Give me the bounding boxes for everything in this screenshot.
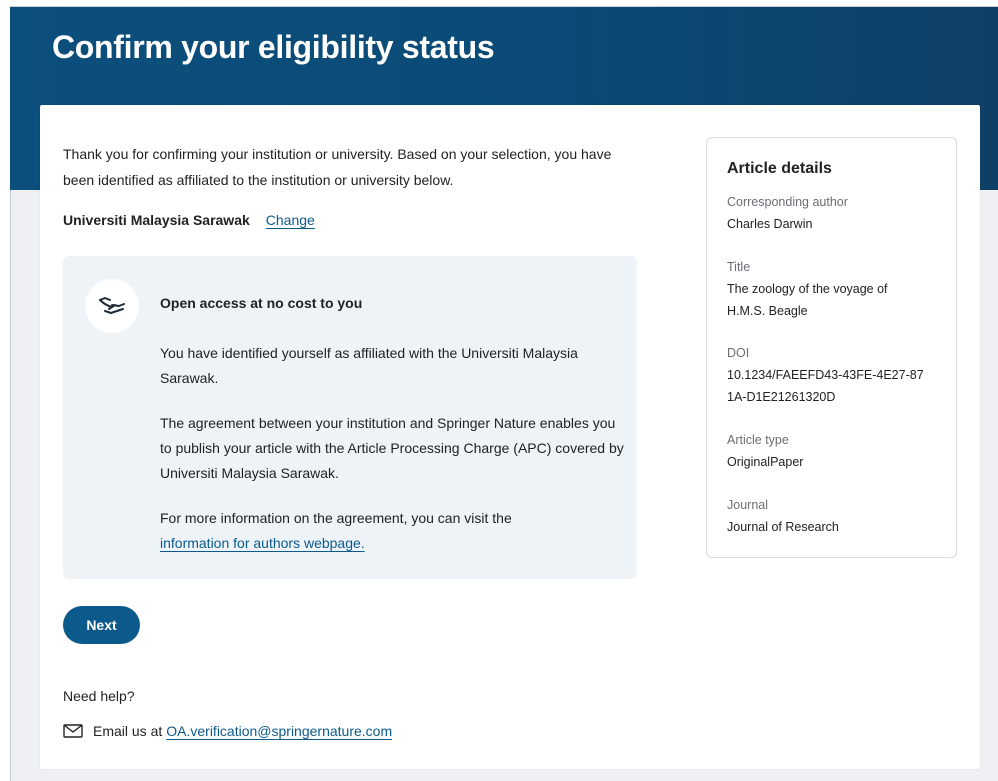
support-email-link[interactable]: OA.verification@springernature.com [166,723,392,739]
open-access-info-box: Open access at no cost to you You have i… [63,256,637,579]
mail-icon [63,724,83,738]
email-prefix: Email us at [93,723,163,739]
detail-value: 10.1234/FAEEFD43-43FE-4E27-871A-D1E21261… [727,368,924,404]
intro-text: Thank you for confirming your institutio… [63,146,612,188]
institution-name: Universiti Malaysia Sarawak [63,212,250,228]
affiliation-text: You have identified yourself as affiliat… [160,345,578,386]
detail-label: Article type [727,433,789,447]
detail-label: Title [727,260,751,274]
authors-webpage-link[interactable]: information for authors webpage. [160,535,365,551]
detail-article-type: Article type OriginalPaper [727,429,942,473]
detail-corresponding-author: Corresponding author Charles Darwin [727,191,942,235]
main-card: Thank you for confirming your institutio… [40,105,980,769]
help-email-row: Email us at OA.verification@springernatu… [63,723,392,739]
more-info-prefix: For more information on the agreement, y… [160,510,512,526]
change-institution-link[interactable]: Change [266,212,315,228]
detail-value: Charles Darwin [727,217,813,231]
info-box-title: Open access at no cost to you [160,295,363,311]
detail-label: DOI [727,346,750,360]
detail-title: Title The zoology of the voyage of H.M.S… [727,256,942,322]
article-details-title: Article details [727,160,832,177]
detail-doi: DOI 10.1234/FAEEFD43-43FE-4E27-871A-D1E2… [727,342,942,408]
article-details-panel: Article details Corresponding author Cha… [706,137,957,558]
detail-value: OriginalPaper [727,455,804,469]
detail-label: Corresponding author [727,195,848,209]
help-heading: Need help? [63,688,135,704]
detail-value: Journal of Research [727,520,839,534]
agreement-text: The agreement between your institution a… [160,415,624,481]
more-info-text: For more information on the agreement, y… [160,506,630,556]
handshake-icon [85,279,139,333]
detail-journal: Journal Journal of Research [727,494,942,538]
page-title: Confirm your eligibility status [52,29,495,65]
detail-value: The zoology of the voyage of H.M.S. Beag… [727,282,888,318]
detail-label: Journal [727,498,768,512]
institution-row: Universiti Malaysia Sarawak Change [63,212,315,228]
next-button[interactable]: Next [63,606,140,644]
